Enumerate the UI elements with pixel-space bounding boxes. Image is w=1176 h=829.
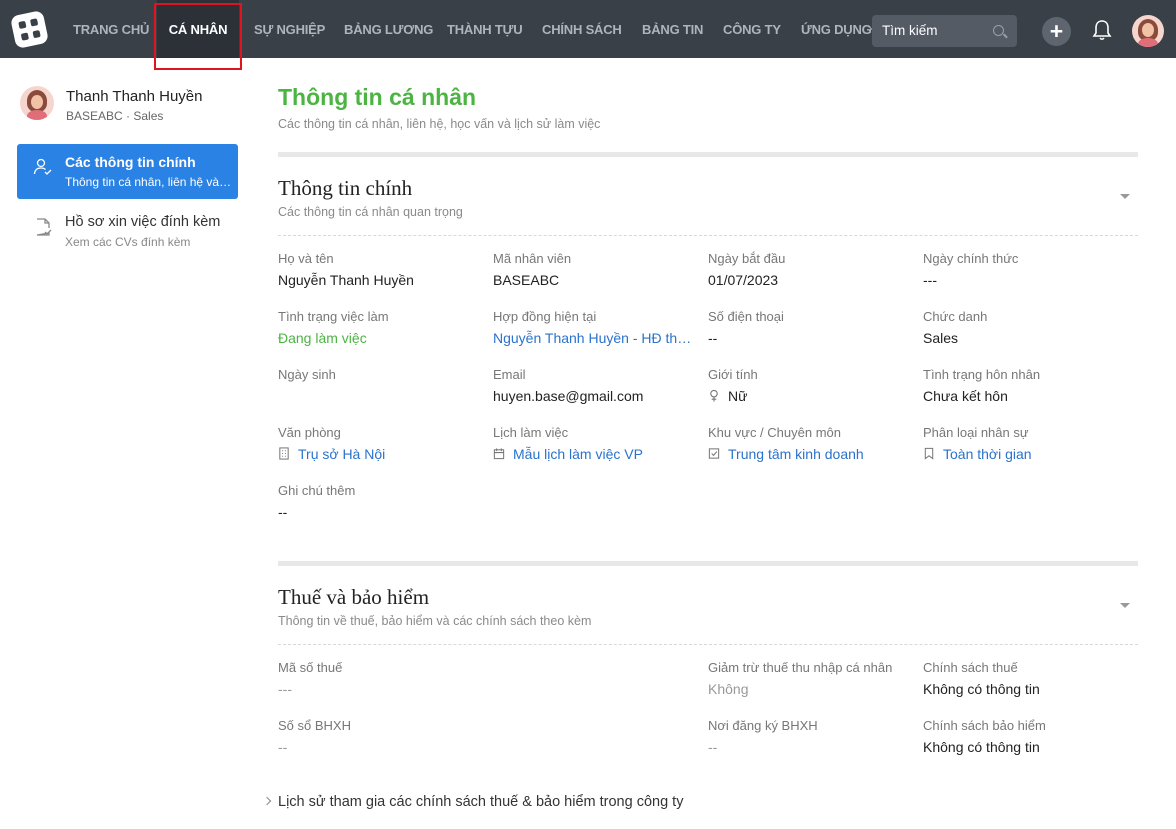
collapse-caret-icon[interactable] [1120,194,1130,199]
dashed-divider [278,235,1138,236]
sidebar-user-name: Thanh Thanh Huyền [66,88,203,105]
field-label: Số sổ BHXH [278,718,351,733]
field-label: Email [493,367,526,382]
field-label: Khu vực / Chuyên môn [708,425,841,440]
field-label: Văn phòng [278,425,341,440]
nav-newsfeed[interactable]: BẢNG TIN [642,0,703,58]
nav-policy[interactable]: CHÍNH SÁCH [542,0,622,58]
si-place-value: -- [708,739,718,755]
chevron-right-icon[interactable] [262,796,272,806]
user-check-icon [33,158,52,175]
phone-value: -- [708,330,718,346]
area-link[interactable]: Trung tâm kinh doanh [708,446,864,462]
email-value: huyen.base@gmail.com [493,388,644,404]
gender-value: Nữ [708,388,747,404]
calendar-icon [493,448,505,460]
job-status-value: Đang làm việc [278,330,367,346]
section-title-tax: Thuế và bảo hiểm [278,585,430,609]
sidebar-item-main-info[interactable]: Các thông tin chính Thông tin cá nhân, l… [17,144,238,199]
nav-home[interactable]: TRANG CHỦ [73,0,149,58]
section-subtitle-main: Các thông tin cá nhân quan trọng [278,205,463,219]
staff-type-text: Toàn thời gian [943,446,1032,462]
deduction-value: Không [708,681,749,697]
add-button[interactable]: + [1042,17,1071,46]
field-label: Chính sách thuế [923,660,1018,675]
field-label: Ngày bắt đầu [708,251,786,266]
female-icon [710,389,718,402]
field-label: Ngày chính thức [923,251,1019,266]
field-label: Lịch làm việc [493,425,569,440]
highlight-box [154,3,242,70]
section-divider [278,561,1138,566]
field-label: Ngày sinh [278,367,336,382]
search-placeholder: Tìm kiếm [882,23,938,38]
sidebar-item-title: Các thông tin chính [65,154,196,170]
document-check-icon [36,218,52,236]
job-title-value: Sales [923,330,959,346]
sidebar-user-sub: BASEABC · Sales [66,109,164,123]
search-icon[interactable] [993,25,1004,36]
sidebar-item-subtitle: Xem các CVs đính kèm [65,235,191,249]
marital-value: Chưa kết hôn [923,388,1008,404]
start-date-value: 01/07/2023 [708,272,779,288]
employee-id-value: BASEABC [493,272,560,288]
nav-apps[interactable]: ỨNG DỤNG [801,0,872,58]
field-label: Tình trạng việc làm [278,309,389,324]
gender-text: Nữ [728,388,748,404]
field-label: Mã nhân viên [493,251,572,266]
dashed-divider [278,644,1138,645]
section-title-main: Thông tin chính [278,176,413,200]
bell-icon[interactable] [1092,19,1112,41]
office-link[interactable]: Trụ sở Hà Nội [278,446,385,462]
field-label: Chức danh [923,309,988,324]
si-number-value: -- [278,739,288,755]
search-input[interactable]: Tìm kiếm [872,15,1017,47]
schedule-text: Mẫu lịch làm việc VP [513,446,643,462]
staff-type-link[interactable]: Toàn thời gian [923,446,1032,462]
insurance-policy-value: Không có thông tin [923,739,1040,755]
nav-payroll[interactable]: BẢNG LƯƠNG [344,0,433,58]
bookmark-icon [924,447,934,460]
contract-link[interactable]: Nguyễn Thanh Huyền - HĐ thử việc [493,330,698,346]
nav-career[interactable]: SỰ NGHIỆP [254,0,325,58]
nav-achievements[interactable]: THÀNH TỰU [447,0,523,58]
page-subtitle: Các thông tin cá nhân, liên hệ, học vấn … [278,117,601,131]
full-name-value: Nguyễn Thanh Huyền [278,272,414,288]
official-date-value: --- [923,272,937,288]
field-label: Nơi đăng ký BHXH [708,718,818,733]
note-value: -- [278,504,288,520]
user-avatar[interactable] [1132,15,1164,47]
sidebar-item-cv[interactable]: Hồ sơ xin việc đính kèm Xem các CVs đính… [17,204,238,259]
section-subtitle-tax: Thông tin về thuế, bảo hiểm và các chính… [278,614,592,628]
office-text: Trụ sở Hà Nội [298,446,386,462]
tax-history-link[interactable]: Lịch sử tham gia các chính sách thuế & b… [278,794,683,810]
tax-code-value: --- [278,681,292,697]
field-label: Giảm trừ thuế thu nhập cá nhân [708,660,893,675]
field-label: Hợp đồng hiện tại [493,309,597,324]
field-label: Tình trạng hôn nhân [923,367,1041,382]
field-label: Phân loại nhân sự [923,425,1029,440]
page-title: Thông tin cá nhân [278,84,477,110]
checkbox-icon [708,448,720,459]
field-label: Chính sách bảo hiểm [923,718,1046,733]
tax-policy-value: Không có thông tin [923,681,1040,697]
nav-company[interactable]: CÔNG TY [723,0,781,58]
field-label: Số điện thoại [708,309,784,324]
field-label: Giới tính [708,367,758,382]
sidebar-item-title: Hồ sơ xin việc đính kèm [65,214,221,230]
field-label: Mã số thuế [278,660,343,675]
section-divider [278,152,1138,157]
field-label: Họ và tên [278,251,334,266]
app-logo[interactable] [9,9,50,50]
area-text: Trung tâm kinh doanh [728,446,864,462]
sidebar-item-subtitle: Thông tin cá nhân, liên hệ và học vấn [65,175,233,189]
schedule-link[interactable]: Mẫu lịch làm việc VP [493,446,643,462]
building-icon [279,447,289,460]
collapse-caret-icon[interactable] [1120,603,1130,608]
field-label: Ghi chú thêm [278,483,356,498]
sidebar-avatar [20,86,54,120]
